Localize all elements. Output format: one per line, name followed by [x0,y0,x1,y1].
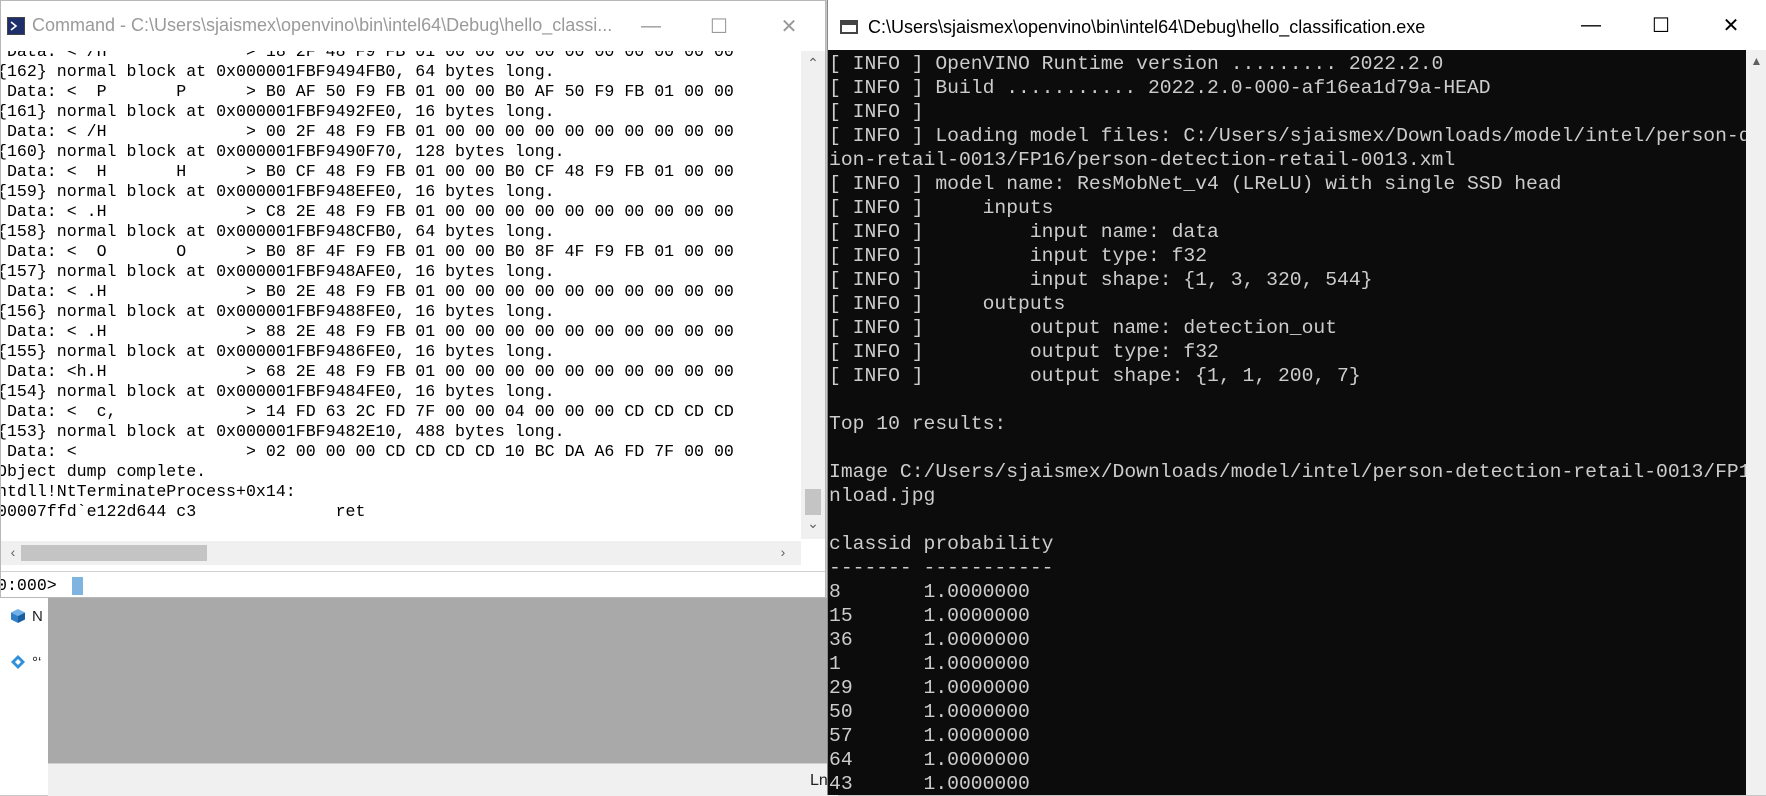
console-output[interactable]: [ INFO ] OpenVINO Runtime version ......… [828,50,1746,795]
window-title: Command - C:\Users\sjaismex\openvino\bin… [32,15,612,35]
output-line: 00007ffd`e122d644 c3 ret [1,502,366,521]
console-window-titlebar[interactable]: C:\Users\sjaismex\openvino\bin\intel64\D… [828,0,1766,50]
output-line: 64 1.0000000 [829,749,1030,771]
output-line: 29 1.0000000 [829,677,1030,699]
output-line: Image C:/Users/sjaismex/Downloads/model/… [829,461,1746,483]
output-line: Data: < c, > 14 FD 63 2C FD 7F 00 00 04 … [1,402,734,421]
output-line: {156} normal block at 0x000001FBF9488FE0… [1,302,555,321]
console-output-text: [ INFO ] OpenVINO Runtime version ......… [829,52,1746,795]
output-line: 1 1.0000000 [829,653,1030,675]
tree-item-label: °‘ [32,654,42,671]
output-line: [ INFO ] input name: data [829,221,1219,243]
output-line: [ INFO ] inputs [829,197,1054,219]
output-line: {160} normal block at 0x000001FBF9490F70… [1,142,565,161]
output-line: [ INFO ] model name: ResMobNet_v4 (LReLU… [829,173,1562,195]
output-line: {154} normal block at 0x000001FBF9484FE0… [1,382,555,401]
background-tree-panel: N °‘ [0,598,49,795]
output-line: [ INFO ] OpenVINO Runtime version ......… [829,53,1444,75]
maximize-button[interactable]: ☐ [1626,0,1696,50]
output-line: Object dump complete. [1,462,207,481]
command-window-titlebar[interactable]: Command - C:\Users\sjaismex\openvino\bin… [1,1,825,51]
output-line: [ INFO ] output name: detection_out [829,317,1338,339]
output-line: Top 10 results: [829,413,1007,435]
window-title: C:\Users\sjaismex\openvino\bin\intel64\D… [868,17,1426,37]
minimize-button[interactable]: — [1556,0,1626,50]
output-line: 8 1.0000000 [829,581,1030,603]
output-line: Data: < > 02 00 00 00 CD CD CD CD 10 BC … [1,442,734,461]
output-line: [ INFO ] input shape: {1, 3, 320, 544} [829,269,1373,291]
scroll-thumb[interactable] [805,489,821,515]
output-line: Data: < H H > B0 CF 48 F9 FB 01 00 00 B0… [1,162,734,181]
console-scrollbar[interactable]: ▲ [1746,50,1766,795]
scroll-up-arrow-icon[interactable]: ▲ [1746,54,1766,68]
output-line: [ INFO ] Build ........... 2022.2.0-000-… [829,77,1491,99]
close-button[interactable]: ✕ [757,1,821,51]
command-prompt: 0:000> [0,576,57,595]
output-line: ion-retail-0013/FP16/person-detection-re… [829,149,1456,171]
vertical-scrollbar[interactable]: ⌃ ⌄ [801,51,825,539]
command-prompt-icon [7,17,25,35]
scroll-down-arrow-icon[interactable]: ⌄ [801,515,825,532]
diamond-icon [11,655,25,669]
output-line: Data: < O O > B0 8F 4F F9 FB 01 00 00 B0… [1,242,734,261]
output-line: Data: <h.H > 68 2E 48 F9 FB 01 00 00 00 … [1,362,734,381]
output-line: [ INFO ] [829,101,924,123]
scroll-right-arrow-icon[interactable]: › [771,544,795,560]
minimize-button[interactable]: — [619,1,683,51]
status-bar: Ln 0, Co [48,763,870,796]
command-output-text: Data: < /H > 18 2F 48 F9 FB 01 00 00 00 … [1,51,734,522]
tree-item-label: N [32,608,43,625]
output-line: Data: < P P > B0 AF 50 F9 FB 01 00 00 B0… [1,82,734,101]
command-output[interactable]: Data: < /H > 18 2F 48 F9 FB 01 00 00 00 … [1,51,801,539]
console-icon [840,20,858,34]
close-button[interactable]: ✕ [1696,0,1766,50]
output-line: [ INFO ] output shape: {1, 1, 200, 7} [829,365,1361,387]
output-line: nload.jpg [829,485,936,507]
output-line: 57 1.0000000 [829,725,1030,747]
horizontal-scrollbar[interactable]: ‹ › [1,541,801,565]
output-line: {155} normal block at 0x000001FBF9486FE0… [1,342,555,361]
output-line: Data: < /H > 00 2F 48 F9 FB 01 00 00 00 … [1,122,734,141]
output-line: {159} normal block at 0x000001FBF948EFE0… [1,182,555,201]
output-line: {157} normal block at 0x000001FBF948AFE0… [1,262,555,281]
output-line: 36 1.0000000 [829,629,1030,651]
command-window: Command - C:\Users\sjaismex\openvino\bin… [0,0,826,598]
output-line: ntdll!NtTerminateProcess+0x14: [1,482,296,501]
command-input[interactable] [71,575,821,595]
output-line: classid probability [829,533,1054,555]
output-line: Data: < .H > B0 2E 48 F9 FB 01 00 00 00 … [1,282,734,301]
output-line: 50 1.0000000 [829,701,1030,723]
tree-item[interactable]: N [10,608,43,625]
command-input-row: 0:000> [0,571,825,597]
tree-item[interactable]: °‘ [10,654,41,671]
output-line: [ INFO ] Loading model files: C:/Users/s… [829,125,1746,147]
output-line: [ INFO ] output type: f32 [829,341,1219,363]
output-line: ------- ----------- [829,557,1054,579]
output-line: Data: < .H > 88 2E 48 F9 FB 01 00 00 00 … [1,322,734,341]
output-line: Data: < .H > C8 2E 48 F9 FB 01 00 00 00 … [1,202,734,221]
output-line: {153} normal block at 0x000001FBF9482E10… [1,422,565,441]
output-line: [ INFO ] input type: f32 [829,245,1208,267]
scroll-up-arrow-icon[interactable]: ⌃ [801,55,825,72]
output-line: Data: < /H > 18 2F 48 F9 FB 01 00 00 00 … [1,51,734,61]
horizontal-scroll-thumb[interactable] [21,545,207,561]
output-line: {158} normal block at 0x000001FBF948CFB0… [1,222,555,241]
output-line: {161} normal block at 0x000001FBF9492FE0… [1,102,555,121]
maximize-button[interactable]: ☐ [687,1,751,51]
cube-icon [11,609,25,623]
output-line: [ INFO ] outputs [829,293,1066,315]
output-line: 43 1.0000000 [829,773,1030,795]
output-line: {162} normal block at 0x000001FBF9494FB0… [1,62,555,81]
console-window: C:\Users\sjaismex\openvino\bin\intel64\D… [827,0,1766,795]
output-line: 15 1.0000000 [829,605,1030,627]
background-document-area [48,598,838,763]
